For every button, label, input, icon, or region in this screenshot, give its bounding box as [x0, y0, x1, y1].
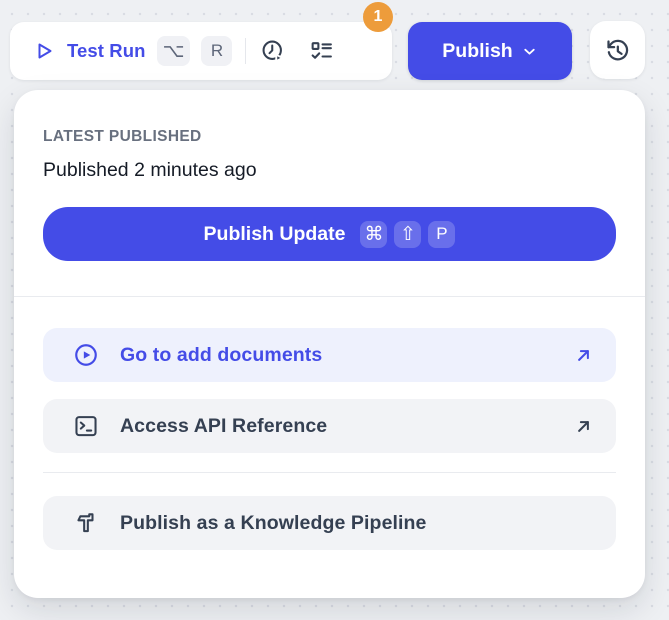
- run-history-button[interactable]: [260, 38, 286, 64]
- clock-play-icon: [260, 38, 286, 64]
- menu-item-label: Access API Reference: [120, 414, 328, 437]
- pipeline-icon: [73, 510, 99, 536]
- chevron-down-icon: [521, 43, 538, 60]
- published-status-text: Published 2 minutes ago: [43, 159, 257, 181]
- test-run-button[interactable]: Test Run ⌥ R: [32, 36, 233, 66]
- external-arrow-icon: [573, 416, 594, 437]
- publish-button-label: Publish: [442, 39, 513, 62]
- publish-button[interactable]: Publish: [408, 22, 572, 80]
- panel-divider-top: [14, 296, 645, 297]
- shift-keycap: ⇧: [394, 220, 422, 248]
- checklist-button[interactable]: [309, 39, 334, 64]
- option-keycap: ⌥: [156, 36, 191, 66]
- publish-update-button[interactable]: Publish Update ⌘ ⇧ P: [43, 207, 616, 261]
- play-circle-icon: [73, 342, 99, 368]
- cmd-keycap: ⌘: [360, 220, 388, 248]
- terminal-icon: [73, 413, 99, 439]
- menu-item-label: Go to add documents: [120, 343, 323, 366]
- publish-dropdown-panel: LATEST PUBLISHED Published 2 minutes ago…: [14, 90, 645, 598]
- publish-update-label: Publish Update: [203, 222, 346, 245]
- version-history-button[interactable]: [590, 21, 645, 79]
- toolbar-divider: [245, 38, 247, 64]
- external-arrow-icon: [573, 345, 594, 366]
- test-run-label: Test Run: [67, 40, 146, 61]
- menu-item-publish-knowledge-pipeline[interactable]: Publish as a Knowledge Pipeline: [43, 496, 616, 550]
- top-toolbar: Test Run ⌥ R: [10, 22, 392, 80]
- notification-badge: 1: [363, 2, 393, 32]
- p-keycap: P: [428, 220, 456, 248]
- r-keycap: R: [201, 36, 233, 66]
- menu-item-go-to-add-documents[interactable]: Go to add documents: [43, 328, 616, 382]
- checklist-icon: [309, 39, 334, 64]
- menu-item-label: Publish as a Knowledge Pipeline: [120, 511, 427, 534]
- panel-divider-bottom: [43, 472, 616, 473]
- latest-published-heading: LATEST PUBLISHED: [43, 128, 202, 145]
- play-icon: [32, 39, 56, 63]
- history-icon: [604, 37, 631, 64]
- menu-item-access-api-reference[interactable]: Access API Reference: [43, 399, 616, 453]
